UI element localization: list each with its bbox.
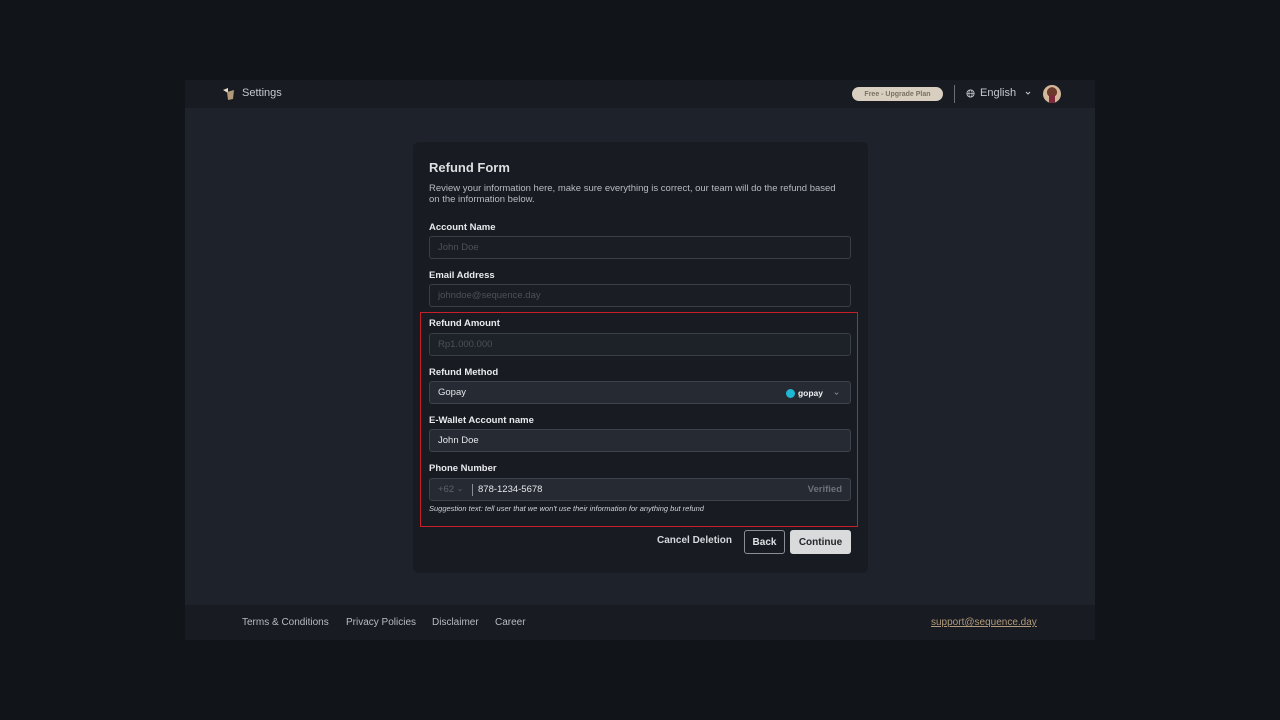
form-title: Refund Form xyxy=(429,160,510,175)
form-description: Review your information here, make sure … xyxy=(429,183,836,205)
footer-link-terms[interactable]: Terms & Conditions xyxy=(242,617,329,628)
settings-app: Settings Free - Upgrade Plan English Ref… xyxy=(185,80,1095,640)
account-name-input[interactable]: John Doe xyxy=(429,236,851,259)
footer-link-disclaimer[interactable]: Disclaimer xyxy=(432,617,479,628)
language-selector[interactable]: English xyxy=(980,87,1016,99)
footer-link-career[interactable]: Career xyxy=(495,617,526,628)
logo-icon[interactable] xyxy=(222,87,236,101)
page-title: Settings xyxy=(242,87,282,99)
upgrade-plan-badge[interactable]: Free - Upgrade Plan xyxy=(852,87,943,101)
highlight-annotation xyxy=(420,312,858,527)
user-avatar[interactable] xyxy=(1043,85,1061,103)
back-button[interactable]: Back xyxy=(744,530,785,554)
globe-icon xyxy=(966,89,975,98)
top-bar: Settings Free - Upgrade Plan English xyxy=(185,80,1095,108)
email-label: Email Address xyxy=(429,270,495,281)
footer: Terms & Conditions Privacy Policies Disc… xyxy=(185,605,1095,640)
cancel-deletion-button[interactable]: Cancel Deletion xyxy=(657,535,732,546)
account-name-label: Account Name xyxy=(429,222,496,233)
email-input[interactable]: johndoe@sequence.day xyxy=(429,284,851,307)
footer-link-privacy[interactable]: Privacy Policies xyxy=(346,617,416,628)
divider xyxy=(954,85,955,103)
continue-button[interactable]: Continue xyxy=(790,530,851,554)
chevron-down-icon[interactable] xyxy=(1024,89,1032,97)
support-email-link[interactable]: support@sequence.day xyxy=(931,617,1037,628)
